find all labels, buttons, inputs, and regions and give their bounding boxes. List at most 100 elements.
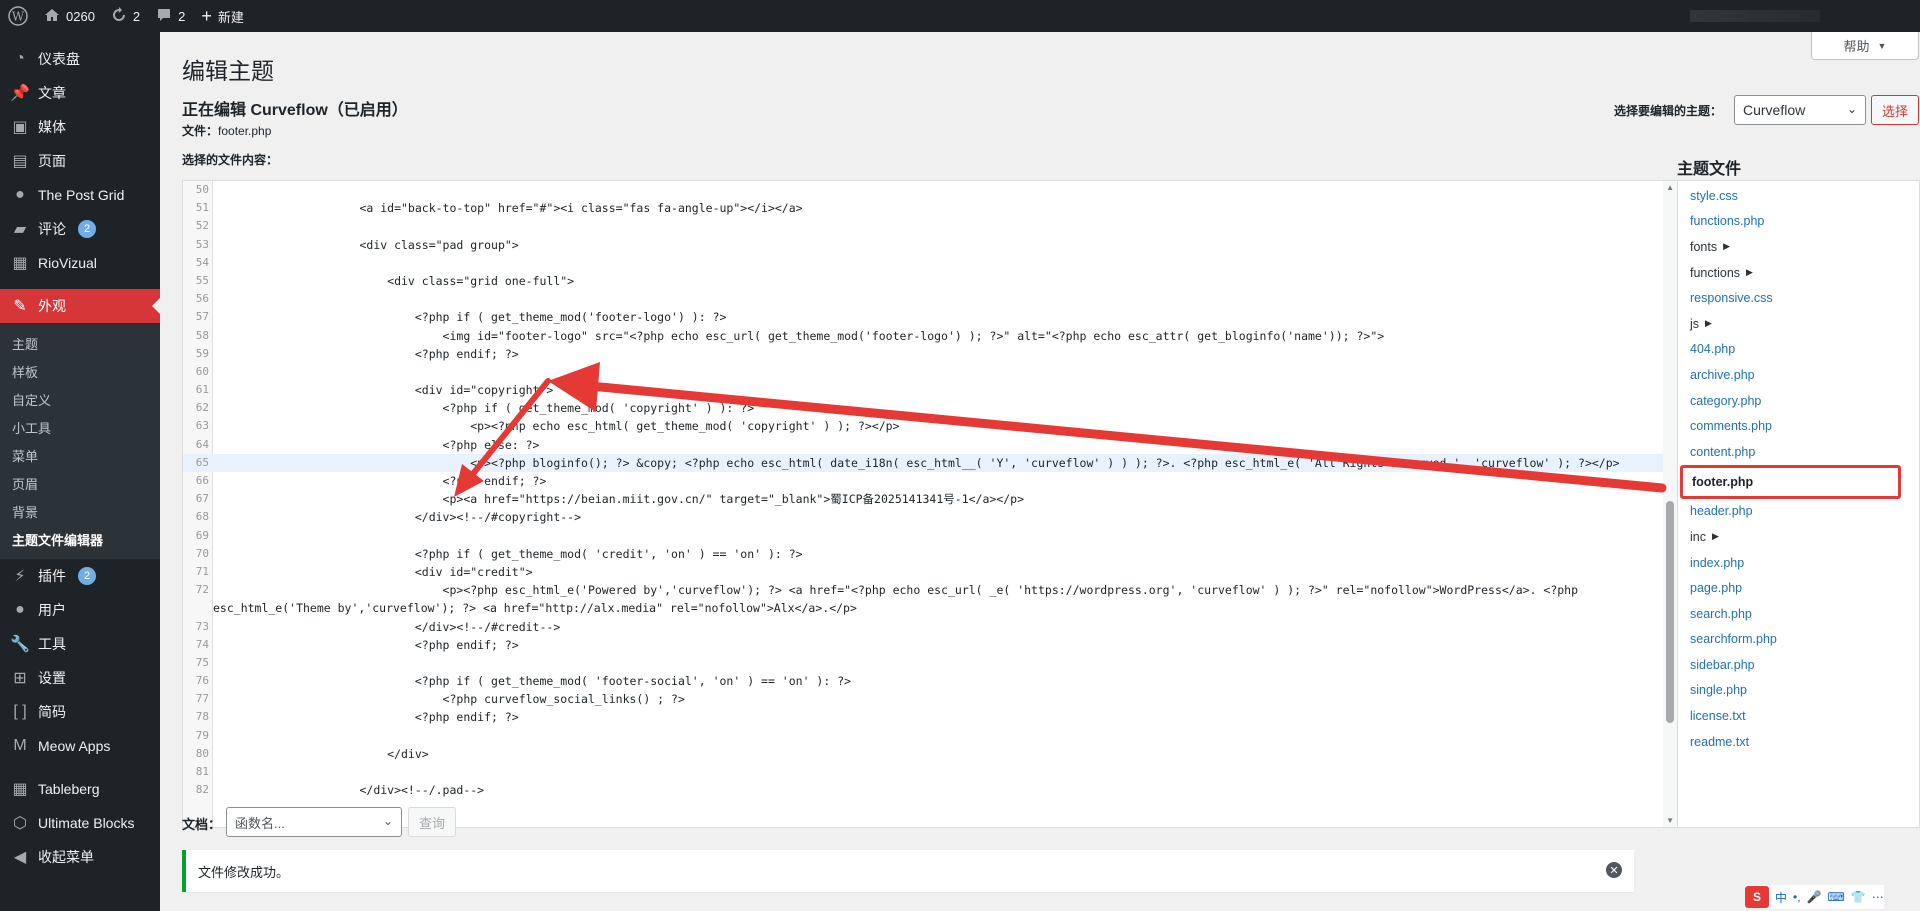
sidebar-item[interactable]: ▦ RioVizual bbox=[0, 246, 160, 280]
code-line[interactable]: 76 <?php if ( get_theme_mod( 'footer-soc… bbox=[183, 672, 1663, 690]
code-text[interactable]: <?php endif; ?> bbox=[213, 345, 1663, 363]
code-line[interactable]: 56 bbox=[183, 290, 1663, 308]
scrollbar-thumb[interactable] bbox=[1666, 501, 1674, 723]
code-line[interactable]: 63 <p><?php echo esc_html( get_theme_mod… bbox=[183, 417, 1663, 435]
code-text[interactable]: <p><?php bloginfo(); ?> &copy; <?php ech… bbox=[213, 454, 1663, 472]
theme-folder[interactable]: js ▶ bbox=[1678, 311, 1919, 337]
editor-scrollbar[interactable]: ▲ ▼ bbox=[1663, 181, 1677, 827]
theme-file-link[interactable]: page.php bbox=[1678, 575, 1919, 601]
ime-item[interactable]: 中 bbox=[1775, 889, 1787, 906]
sidebar-item[interactable]: ◀ 收起菜单 bbox=[0, 840, 160, 874]
dismiss-icon[interactable]: ✕ bbox=[1606, 862, 1622, 878]
theme-folder[interactable]: functions ▶ bbox=[1678, 260, 1919, 286]
code-line[interactable]: 61 <div id="copyright"> bbox=[183, 381, 1663, 399]
theme-file-link[interactable]: sidebar.php bbox=[1678, 652, 1919, 678]
ime-toolbar[interactable]: S 中 •, 🎤 ⌨ 👕 ⋯ bbox=[1745, 885, 1884, 909]
sidebar-item[interactable]: ● 用户 bbox=[0, 593, 160, 627]
code-text[interactable]: <img id="footer-logo" src="<?php echo es… bbox=[213, 327, 1663, 345]
theme-file-link[interactable]: header.php bbox=[1678, 499, 1919, 525]
submenu-item[interactable]: 自定义 bbox=[0, 385, 160, 413]
code-text[interactable] bbox=[213, 181, 1663, 199]
code-line[interactable]: 66 <?php endif; ?> bbox=[183, 472, 1663, 490]
function-name-select[interactable]: 函数名... ⌄ bbox=[226, 807, 402, 837]
code-text[interactable]: <?php if ( get_theme_mod( 'credit', 'on'… bbox=[213, 545, 1663, 563]
code-text[interactable]: esc_html_e('Theme by','curveflow'); ?> <… bbox=[213, 599, 1663, 617]
theme-file-link[interactable]: footer.php bbox=[1680, 464, 1901, 499]
sidebar-item[interactable]: ◔ 仪表盘 bbox=[0, 42, 160, 76]
folder-expand-icon[interactable]: ▶ bbox=[1712, 531, 1719, 542]
theme-file-link[interactable]: category.php bbox=[1678, 388, 1919, 414]
theme-file-link[interactable]: searchform.php bbox=[1678, 627, 1919, 653]
site-name-link[interactable]: 0260 bbox=[36, 0, 103, 32]
theme-file-link[interactable]: license.txt bbox=[1678, 703, 1919, 729]
submenu-item[interactable]: 小工具 bbox=[0, 413, 160, 441]
theme-file-link[interactable]: responsive.css bbox=[1678, 285, 1919, 311]
code-text[interactable]: <?php endif; ?> bbox=[213, 472, 1663, 490]
code-line[interactable]: 74 <?php endif; ?> bbox=[183, 636, 1663, 654]
sidebar-item[interactable]: ✎ 外观 bbox=[0, 289, 160, 323]
code-line[interactable]: 59 <?php endif; ?> bbox=[183, 345, 1663, 363]
theme-file-link[interactable]: style.css bbox=[1678, 183, 1919, 209]
code-text[interactable] bbox=[213, 254, 1663, 272]
code-line[interactable]: 50 bbox=[183, 181, 1663, 199]
submenu-item[interactable]: 主题 bbox=[0, 329, 160, 357]
skin-icon[interactable]: 👕 bbox=[1851, 890, 1866, 904]
code-line[interactable]: esc_html_e('Theme by','curveflow'); ?> <… bbox=[183, 599, 1663, 617]
code-text[interactable]: <?php endif; ?> bbox=[213, 708, 1663, 726]
blurred-account-area[interactable] bbox=[1690, 10, 1820, 22]
code-line[interactable]: 68 </div><!--/#copyright--> bbox=[183, 508, 1663, 526]
theme-folder[interactable]: inc ▶ bbox=[1678, 524, 1919, 550]
code-text[interactable]: <?php else: ?> bbox=[213, 436, 1663, 454]
code-line[interactable]: 60 bbox=[183, 363, 1663, 381]
code-line[interactable]: 77 <?php curveflow_social_links() ; ?> bbox=[183, 690, 1663, 708]
theme-file-link[interactable]: single.php bbox=[1678, 678, 1919, 704]
code-line[interactable]: 64 <?php else: ?> bbox=[183, 436, 1663, 454]
code-line[interactable]: 69 bbox=[183, 527, 1663, 545]
wordpress-logo-icon[interactable]: W bbox=[0, 0, 36, 32]
code-text[interactable]: <?php if ( get_theme_mod('footer-logo') … bbox=[213, 308, 1663, 326]
theme-folder[interactable]: fonts ▶ bbox=[1678, 234, 1919, 260]
submenu-item[interactable]: 主题文件编辑器 bbox=[0, 525, 160, 553]
theme-file-link[interactable]: content.php bbox=[1678, 439, 1919, 465]
code-text[interactable]: <?php if ( get_theme_mod( 'footer-social… bbox=[213, 672, 1663, 690]
sidebar-item[interactable]: ▣ 媒体 bbox=[0, 110, 160, 144]
code-line[interactable]: 73 </div><!--/#credit--> bbox=[183, 618, 1663, 636]
scroll-down-icon[interactable]: ▼ bbox=[1666, 816, 1674, 825]
code-line[interactable]: 75 bbox=[183, 654, 1663, 672]
submenu-item[interactable]: 页眉 bbox=[0, 469, 160, 497]
sidebar-item[interactable]: [ ] 简码 bbox=[0, 695, 160, 729]
code-line[interactable]: 72 <p><?php esc_html_e('Powered by','cur… bbox=[183, 581, 1663, 599]
code-text[interactable]: <div class="grid one-full"> bbox=[213, 272, 1663, 290]
code-line[interactable]: 54 bbox=[183, 254, 1663, 272]
code-line[interactable]: 81 bbox=[183, 763, 1663, 781]
theme-file-link[interactable]: 404.php bbox=[1678, 337, 1919, 363]
code-text[interactable] bbox=[213, 290, 1663, 308]
theme-file-link[interactable]: comments.php bbox=[1678, 413, 1919, 439]
code-text[interactable]: <div class="pad group"> bbox=[213, 236, 1663, 254]
code-text[interactable]: </div> bbox=[213, 745, 1663, 763]
sidebar-item[interactable]: M Meow Apps bbox=[0, 729, 160, 763]
code-line[interactable]: 82 </div><!--/.pad--> bbox=[183, 781, 1663, 799]
code-line[interactable]: 71 <div id="credit"> bbox=[183, 563, 1663, 581]
code-text[interactable] bbox=[213, 363, 1663, 381]
code-text[interactable] bbox=[213, 527, 1663, 545]
theme-file-link[interactable]: readme.txt bbox=[1678, 729, 1919, 755]
folder-expand-icon[interactable]: ▶ bbox=[1723, 241, 1730, 252]
submenu-item[interactable]: 背景 bbox=[0, 497, 160, 525]
keyboard-icon[interactable]: ⌨ bbox=[1828, 890, 1845, 904]
code-line[interactable]: 62 <?php if ( get_theme_mod( 'copyright'… bbox=[183, 399, 1663, 417]
help-button[interactable]: 帮助 ▼ bbox=[1811, 32, 1919, 60]
ime-item[interactable]: •, bbox=[1793, 890, 1801, 904]
more-icon[interactable]: ⋯ bbox=[1872, 890, 1884, 904]
sidebar-item[interactable]: 🔧 工具 bbox=[0, 627, 160, 661]
code-line[interactable]: 52 bbox=[183, 217, 1663, 235]
code-line[interactable]: 65 <p><?php bloginfo(); ?> &copy; <?php … bbox=[183, 453, 1663, 472]
sidebar-item[interactable]: ⊞ 设置 bbox=[0, 661, 160, 695]
new-content-link[interactable]: + 新建 bbox=[193, 0, 252, 32]
code-text[interactable]: <p><?php echo esc_html( get_theme_mod( '… bbox=[213, 417, 1663, 435]
code-text[interactable]: <div id="copyright"> bbox=[213, 381, 1663, 399]
sidebar-item[interactable]: ▰ 评论 2 bbox=[0, 212, 160, 246]
code-text[interactable]: </div><!--/.pad--> bbox=[213, 781, 1663, 799]
theme-file-link[interactable]: search.php bbox=[1678, 601, 1919, 627]
theme-file-link[interactable]: index.php bbox=[1678, 550, 1919, 576]
